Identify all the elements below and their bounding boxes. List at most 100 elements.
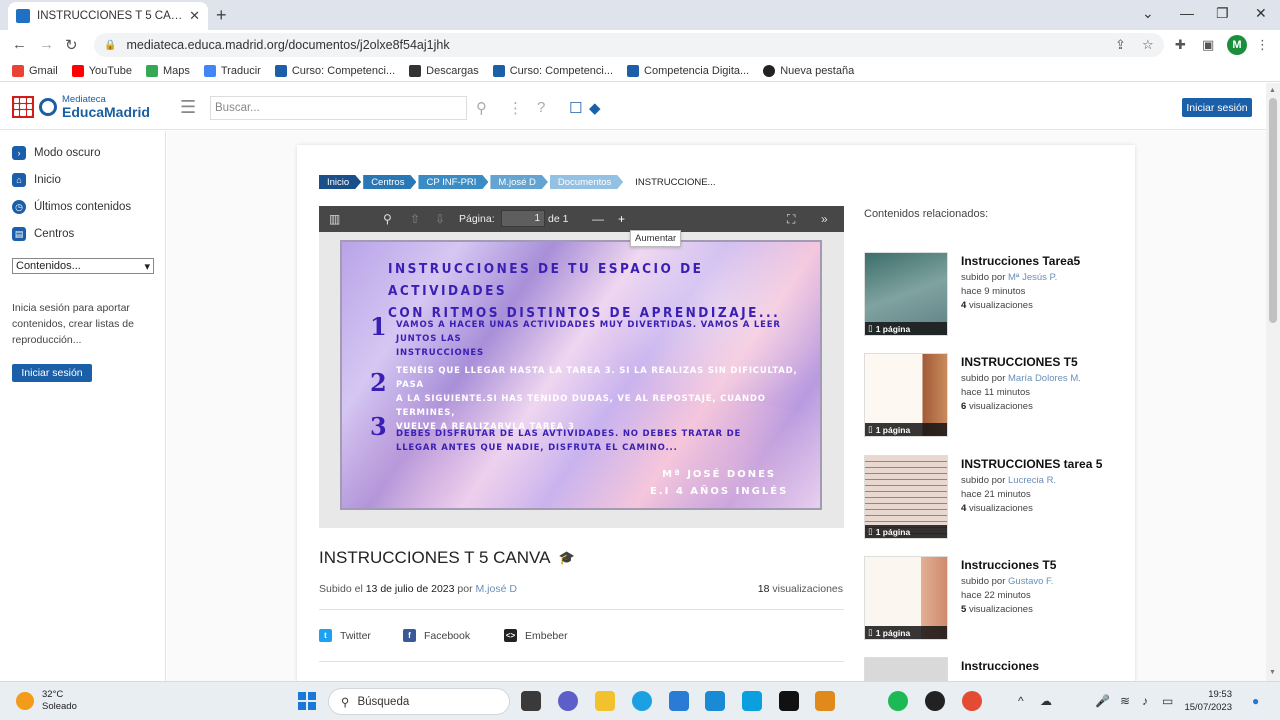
- bookmark-youtube[interactable]: YouTube: [71, 64, 132, 77]
- related-author[interactable]: Mª Jesús P.: [1008, 272, 1057, 283]
- wifi-icon[interactable]: ≋: [1120, 694, 1130, 708]
- edge-icon[interactable]: [632, 691, 652, 711]
- close-window-icon[interactable]: ✕: [1255, 5, 1267, 22]
- window-icon[interactable]: ☐: [569, 99, 582, 117]
- related-title[interactable]: Instrucciones T5: [961, 558, 1056, 572]
- scrollbar-thumb[interactable]: [1269, 98, 1277, 323]
- menu-kebab-icon[interactable]: ⋮: [1256, 37, 1269, 53]
- page-scrollbar[interactable]: ▲ ▼: [1266, 83, 1280, 681]
- sidebar-item-centers[interactable]: ▤ Centros: [12, 227, 74, 241]
- related-item[interactable]: Instrucciones: [864, 657, 1124, 681]
- taskbar-search[interactable]: ⚲ Búsqueda: [328, 688, 510, 715]
- url-field[interactable]: 🔒 mediateca.educa.madrid.org/documentos/…: [94, 33, 1164, 57]
- file-explorer-icon[interactable]: [595, 691, 615, 711]
- bookmark-new-tab[interactable]: Nueva pestaña: [763, 64, 854, 77]
- zoom-in-icon[interactable]: +: [618, 212, 625, 226]
- tray-expand-icon[interactable]: ^: [1018, 694, 1024, 708]
- store-icon[interactable]: [669, 691, 689, 711]
- tab-close-icon[interactable]: ✕: [189, 8, 200, 24]
- hamburger-menu-icon[interactable]: ☰: [180, 97, 196, 118]
- share-twitter[interactable]: t Twitter: [319, 629, 371, 642]
- bookmark-course-2[interactable]: Curso: Competenci...: [492, 64, 613, 77]
- forward-icon[interactable]: →: [39, 36, 54, 53]
- learning-app-icon[interactable]: [705, 691, 725, 711]
- chat-icon[interactable]: [558, 691, 578, 711]
- share-icon[interactable]: ⇪: [1115, 37, 1126, 53]
- mediateca-logo[interactable]: Mediateca EducaMadrid: [12, 95, 150, 119]
- taskbar-clock[interactable]: 19:53 15/07/2023: [1180, 688, 1232, 714]
- sidebar-item-latest[interactable]: ◷ Últimos contenidos: [12, 200, 131, 214]
- tab-search-icon[interactable]: ⌄: [1142, 5, 1154, 22]
- related-thumbnail[interactable]: ▯ 1 página: [864, 252, 948, 336]
- related-title[interactable]: Instrucciones Tarea5: [961, 254, 1080, 268]
- battery-icon[interactable]: ▭: [1162, 694, 1173, 708]
- search-input[interactable]: Buscar...: [210, 96, 467, 120]
- help-icon[interactable]: ?: [537, 99, 545, 116]
- related-title[interactable]: INSTRUCCIONES T5: [961, 355, 1078, 369]
- related-title[interactable]: Instrucciones: [961, 659, 1039, 673]
- scroll-up-icon[interactable]: ▲: [1269, 87, 1276, 94]
- side-panel-icon[interactable]: ▣: [1202, 37, 1214, 53]
- related-item[interactable]: ▯ 1 página INSTRUCCIONES tarea 5 subido p…: [864, 455, 1124, 539]
- related-thumbnail[interactable]: ▯ 1 página: [864, 455, 948, 539]
- breadcrumb-item[interactable]: Inicio: [319, 175, 361, 189]
- maximize-icon[interactable]: ❐: [1216, 5, 1229, 22]
- spotify-icon[interactable]: [888, 691, 908, 711]
- previous-page-icon[interactable]: ⇧: [410, 212, 420, 226]
- related-title[interactable]: INSTRUCCIONES tarea 5: [961, 457, 1102, 471]
- search-icon[interactable]: ⚲: [383, 212, 392, 226]
- bookmark-gmail[interactable]: Gmail: [12, 64, 58, 77]
- volume-icon[interactable]: ♪: [1142, 694, 1148, 708]
- login-button-sidebar[interactable]: Iniciar sesión: [12, 364, 92, 382]
- related-thumbnail[interactable]: ▯ 1 página: [864, 353, 948, 437]
- sidebar-toggle-icon[interactable]: ▥: [329, 212, 340, 226]
- related-item[interactable]: ▯ 1 página INSTRUCCIONES T5 subido por Ma…: [864, 353, 1124, 437]
- related-author[interactable]: Lucrecia R.: [1008, 475, 1056, 486]
- browser-tab[interactable]: INSTRUCCIONES T 5 CANVA | Me ✕: [8, 2, 208, 30]
- author-link[interactable]: M.josé D: [476, 583, 517, 595]
- page-number-input[interactable]: 1: [501, 210, 545, 227]
- notification-icon[interactable]: ●: [1252, 694, 1259, 708]
- breadcrumb-item[interactable]: Documentos: [550, 175, 623, 189]
- task-view-icon[interactable]: [521, 691, 541, 711]
- netflix-icon[interactable]: [779, 691, 799, 711]
- more-options-icon[interactable]: ⋮: [508, 99, 523, 117]
- back-icon[interactable]: ←: [12, 36, 27, 53]
- bookmark-star-icon[interactable]: ☆: [1142, 37, 1154, 53]
- next-page-icon[interactable]: ⇩: [435, 212, 445, 226]
- contents-select[interactable]: Contenidos... ▾: [12, 258, 154, 274]
- related-item[interactable]: ▯ 1 página Instrucciones T5 subido por Gu…: [864, 556, 1124, 640]
- scroll-down-icon[interactable]: ▼: [1269, 669, 1276, 676]
- profile-avatar[interactable]: M: [1227, 35, 1247, 55]
- search-icon[interactable]: ⚲: [476, 99, 487, 117]
- tools-chevron-icon[interactable]: »: [821, 212, 828, 226]
- weather-widget[interactable]: 32°C Soleado: [16, 689, 77, 713]
- related-author[interactable]: Gustavo F.: [1008, 576, 1053, 587]
- cloud-icon[interactable]: ☁: [1040, 694, 1052, 708]
- breadcrumb-item[interactable]: Centros: [363, 175, 416, 189]
- share-facebook[interactable]: f Facebook: [403, 629, 470, 642]
- related-thumbnail[interactable]: ▯ 1 página: [864, 556, 948, 640]
- login-button-header[interactable]: Iniciar sesión: [1182, 98, 1252, 117]
- app-icon[interactable]: [925, 691, 945, 711]
- related-author[interactable]: María Dolores M.: [1008, 373, 1081, 384]
- graduation-cap-icon[interactable]: ◆: [589, 99, 601, 117]
- related-thumbnail[interactable]: [864, 657, 948, 681]
- sidebar-item-dark-mode[interactable]: › Modo oscuro: [12, 146, 100, 160]
- bookmark-translate[interactable]: Traducir: [203, 64, 261, 77]
- lock-icon[interactable]: 🔒: [104, 40, 116, 51]
- related-item[interactable]: ▯ 1 página Instrucciones Tarea5 subido po…: [864, 252, 1124, 336]
- breadcrumb-item[interactable]: M.josé D: [490, 175, 547, 189]
- microphone-icon[interactable]: 🎤: [1095, 694, 1110, 708]
- bookmark-maps[interactable]: Maps: [145, 64, 190, 77]
- app-icon[interactable]: [815, 691, 835, 711]
- sidebar-item-home[interactable]: ⌂ Inicio: [12, 173, 61, 187]
- minimize-icon[interactable]: —: [1180, 5, 1194, 21]
- new-tab-icon[interactable]: +: [216, 5, 227, 26]
- share-embed[interactable]: <> Embeber: [504, 629, 568, 642]
- bookmark-downloads[interactable]: Descargas: [409, 64, 479, 77]
- bookmark-competencia[interactable]: Competencia Digita...: [627, 64, 749, 77]
- reload-icon[interactable]: ↻: [65, 36, 78, 54]
- extensions-icon[interactable]: ✚: [1175, 37, 1186, 53]
- windows-start-icon[interactable]: [298, 692, 316, 710]
